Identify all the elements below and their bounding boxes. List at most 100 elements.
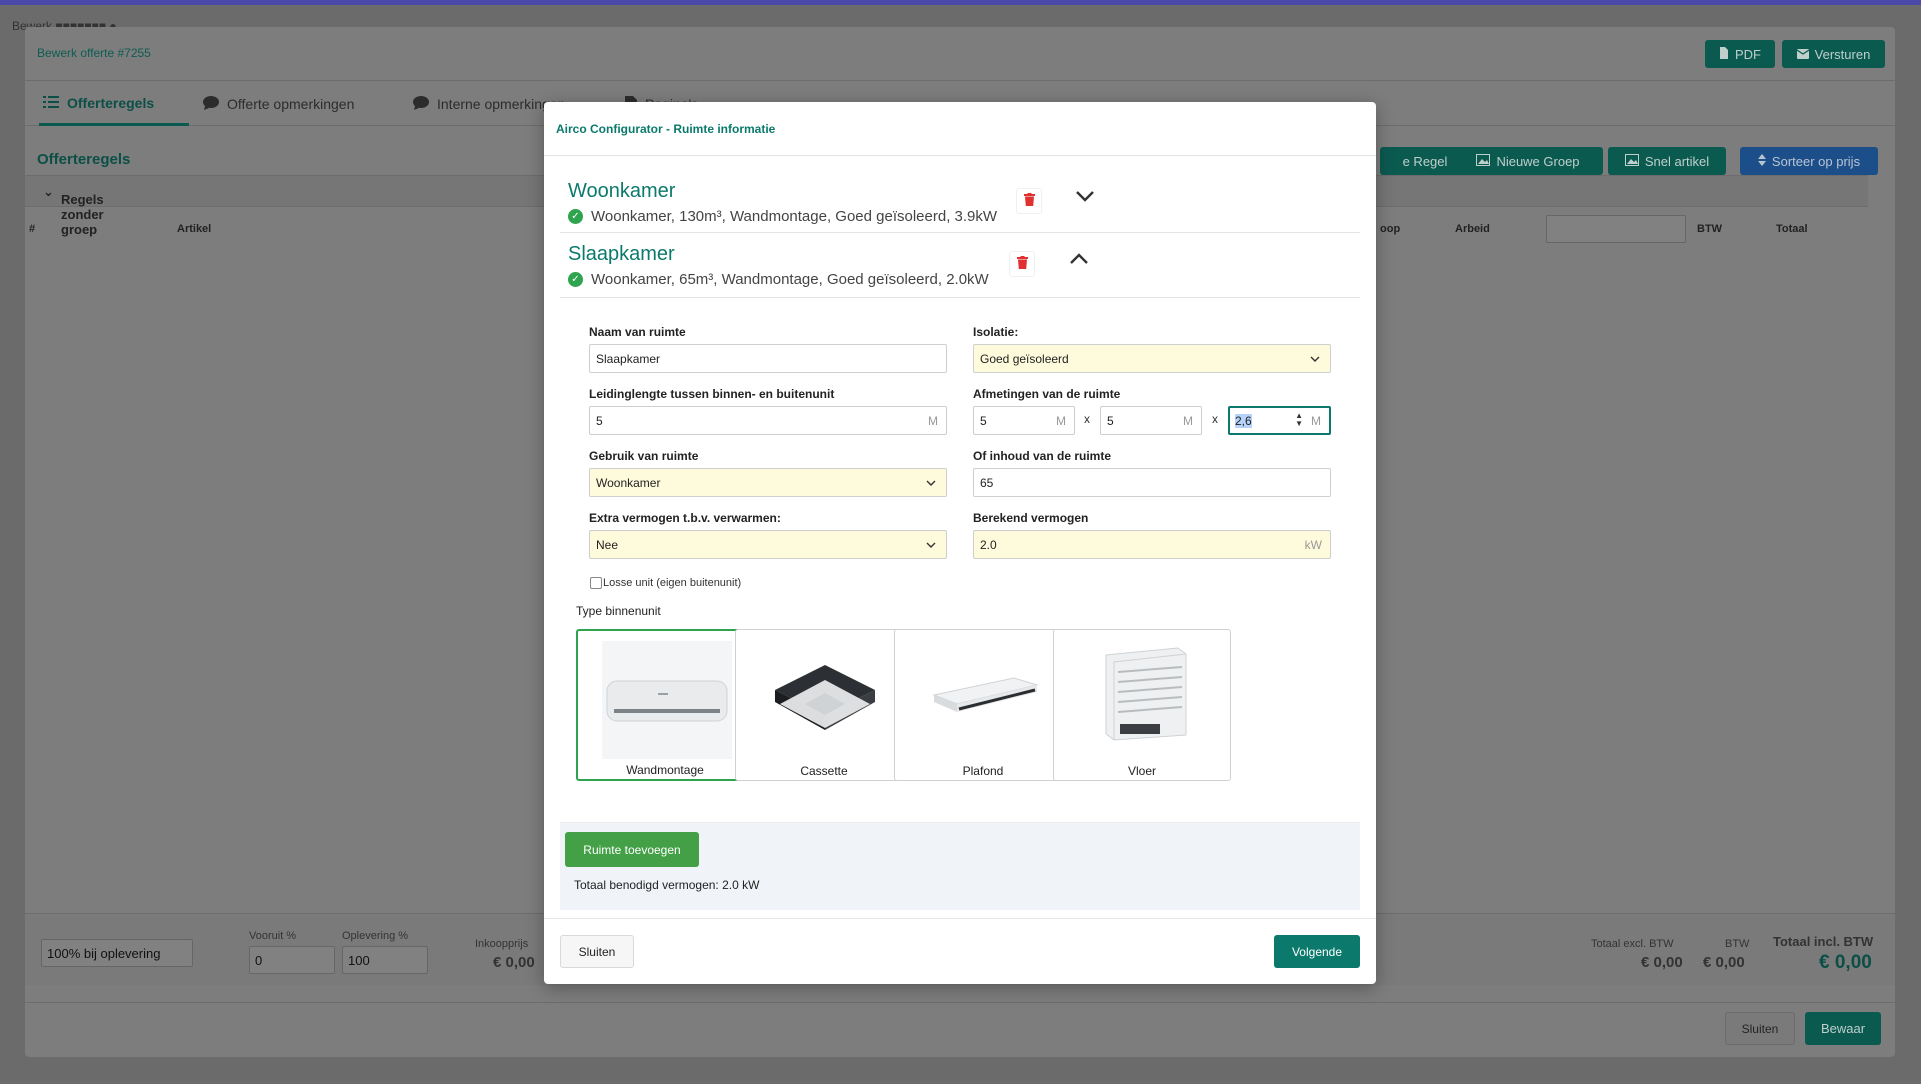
length-input[interactable]: 5 M bbox=[973, 406, 1075, 435]
quick-article-button[interactable]: Snel artikel bbox=[1608, 147, 1726, 175]
extra-label: Extra vermogen t.b.v. verwarmen: bbox=[589, 511, 781, 525]
chevron-down-icon bbox=[1310, 352, 1320, 366]
ceiling-unit-image bbox=[932, 677, 1039, 712]
vooruit-input[interactable]: 0 bbox=[249, 946, 335, 974]
room-panel-woonkamer[interactable]: Woonkamer ✓ Woonkamer, 130m³, Wandmontag… bbox=[560, 170, 1360, 233]
add-room-button[interactable]: Ruimte toevoegen bbox=[565, 832, 699, 867]
btw-label: BTW bbox=[1725, 938, 1750, 950]
type-label: Type binnenunit bbox=[576, 604, 661, 618]
room-summary: ✓ Woonkamer, 65m³, Wandmontage, Goed geï… bbox=[568, 271, 989, 288]
room-name: Woonkamer bbox=[568, 180, 676, 202]
col-totaal: Totaal bbox=[1776, 223, 1808, 235]
total-power-text: Totaal benodigd vermogen: 2.0 kW bbox=[574, 878, 760, 892]
inkoop-value: € 0,00 bbox=[493, 954, 535, 971]
extra-power-select[interactable]: Nee bbox=[589, 530, 947, 559]
berekend-label: Berekend vermogen bbox=[973, 511, 1089, 525]
col-inkoop: oop bbox=[1380, 223, 1401, 235]
chevron-down-icon bbox=[1075, 190, 1095, 205]
chevron-up-icon bbox=[1069, 253, 1089, 268]
edit-quote-header: Bewerk offerte #7255 PDF Versturen bbox=[25, 27, 1895, 81]
col-artikel: Artikel bbox=[177, 223, 212, 235]
next-button[interactable]: Volgende bbox=[1274, 935, 1360, 968]
separate-unit-checkbox[interactable] bbox=[590, 577, 602, 589]
inhoud-label: Of inhoud van de ruimte bbox=[973, 449, 1112, 463]
room-name-input[interactable]: Slaapkamer bbox=[589, 344, 947, 373]
image-icon bbox=[1624, 153, 1639, 169]
gebruik-label: Gebruik van ruimte bbox=[589, 449, 699, 463]
separate-unit-checkbox-row[interactable]: Losse unit (eigen buitenunit) bbox=[590, 577, 741, 589]
tab-offerte-opmerkingen[interactable]: Offerte opmerkingen bbox=[203, 82, 354, 126]
modal-footer: Sluiten Volgende bbox=[544, 918, 1376, 984]
col-arbeid: Arbeid bbox=[1455, 223, 1490, 235]
trash-icon bbox=[1023, 193, 1035, 209]
type-card-cassette[interactable]: Cassette bbox=[735, 629, 913, 781]
back-close-button[interactable]: Sluiten bbox=[1725, 1012, 1795, 1045]
spinner-icon[interactable]: ▲ ▼ bbox=[1295, 412, 1303, 428]
total-excl-value: € 0,00 bbox=[1641, 954, 1683, 971]
total-incl-value: € 0,00 bbox=[1819, 952, 1872, 973]
oplevering-label: Oplevering % bbox=[342, 930, 409, 942]
comment-icon bbox=[413, 95, 429, 113]
edit-quote-title: Bewerk offerte #7255 bbox=[37, 46, 151, 60]
volume-input[interactable]: 65 bbox=[973, 468, 1331, 497]
afmetingen-label: Afmetingen van de ruimte bbox=[973, 387, 1121, 401]
col-btw: BTW bbox=[1697, 223, 1723, 235]
isolatie-select[interactable]: Goed geïsoleerd bbox=[973, 344, 1331, 373]
naam-label: Naam van ruimte bbox=[589, 325, 686, 339]
room-form: Naam van ruimte Slaapkamer Isolatie: Goe… bbox=[560, 298, 1360, 823]
total-incl-label: Totaal incl. BTW bbox=[1773, 934, 1874, 949]
pipe-length-input[interactable]: 5 M bbox=[589, 406, 947, 435]
airco-configurator-modal: Airco Configurator - Ruimte informatie W… bbox=[544, 102, 1376, 984]
delete-room-button[interactable] bbox=[1016, 188, 1042, 214]
envelope-icon bbox=[1796, 47, 1810, 62]
room-name: Slaapkamer bbox=[568, 243, 675, 265]
delete-room-button[interactable] bbox=[1009, 251, 1035, 277]
oplevering-input[interactable]: 100 bbox=[342, 946, 428, 974]
times-separator: x bbox=[1212, 412, 1218, 426]
file-pdf-icon bbox=[1719, 46, 1729, 62]
collapse-room-button[interactable] bbox=[1069, 253, 1091, 275]
payment-terms-input[interactable]: 100% bij oplevering bbox=[41, 939, 193, 967]
room-use-select[interactable]: Woonkamer bbox=[589, 468, 947, 497]
room-panel-slaapkamer[interactable]: Slaapkamer ✓ Woonkamer, 65m³, Wandmontag… bbox=[560, 233, 1360, 298]
calculated-power-input[interactable]: 2.0 kW bbox=[973, 530, 1331, 559]
tab-offerteregels[interactable]: Offerteregels bbox=[39, 82, 189, 126]
sort-by-price-button[interactable]: Sorteer op prijs bbox=[1740, 147, 1878, 175]
type-card-plafond[interactable]: Plafond bbox=[894, 629, 1072, 781]
modal-header: Airco Configurator - Ruimte informatie bbox=[544, 102, 1376, 156]
pdf-button[interactable]: PDF bbox=[1705, 40, 1775, 68]
group-title: ⌄ Regels zonder groep bbox=[43, 184, 104, 237]
new-group-button[interactable]: Nieuwe Groep bbox=[1453, 147, 1603, 175]
col-hash: # bbox=[29, 223, 36, 235]
isolatie-label: Isolatie: bbox=[973, 325, 1019, 339]
type-card-wandmontage[interactable]: Wandmontage bbox=[576, 629, 754, 781]
times-separator: x bbox=[1084, 412, 1090, 426]
sort-icon bbox=[1757, 153, 1766, 169]
trash-icon bbox=[1016, 256, 1028, 272]
expand-room-button[interactable] bbox=[1075, 190, 1097, 212]
chevron-down-icon bbox=[926, 476, 936, 490]
check-circle-icon: ✓ bbox=[568, 272, 583, 287]
list-icon bbox=[43, 95, 59, 111]
section-title: Offerteregels bbox=[37, 151, 131, 168]
btw-value: € 0,00 bbox=[1703, 954, 1745, 971]
send-button[interactable]: Versturen bbox=[1782, 40, 1885, 68]
comment-icon bbox=[203, 95, 219, 113]
height-input[interactable]: 2,6 ▲ ▼ M bbox=[1228, 406, 1331, 435]
edit-quote-bottom-bar: Sluiten Bewaar bbox=[25, 1002, 1895, 1057]
wall-unit-image bbox=[602, 641, 732, 759]
width-input[interactable]: 5 M bbox=[1100, 406, 1202, 435]
tab-interne-opmerkingen[interactable]: Interne opmerkingen bbox=[413, 82, 565, 126]
close-button[interactable]: Sluiten bbox=[560, 935, 634, 968]
leiding-label: Leidinglengte tussen binnen- en buitenun… bbox=[589, 387, 835, 401]
chevron-down-icon bbox=[926, 538, 936, 552]
column-filter-input[interactable] bbox=[1546, 215, 1686, 243]
type-card-vloer[interactable]: Vloer bbox=[1053, 629, 1231, 781]
room-summary: ✓ Woonkamer, 130m³, Wandmontage, Goed ge… bbox=[568, 208, 997, 225]
save-button[interactable]: Bewaar bbox=[1805, 1012, 1881, 1045]
unit-label: M bbox=[928, 414, 938, 428]
image-icon bbox=[1476, 153, 1491, 169]
vooruit-label: Vooruit % bbox=[249, 930, 297, 942]
check-circle-icon: ✓ bbox=[568, 209, 583, 224]
total-excl-label: Totaal excl. BTW bbox=[1591, 938, 1674, 950]
